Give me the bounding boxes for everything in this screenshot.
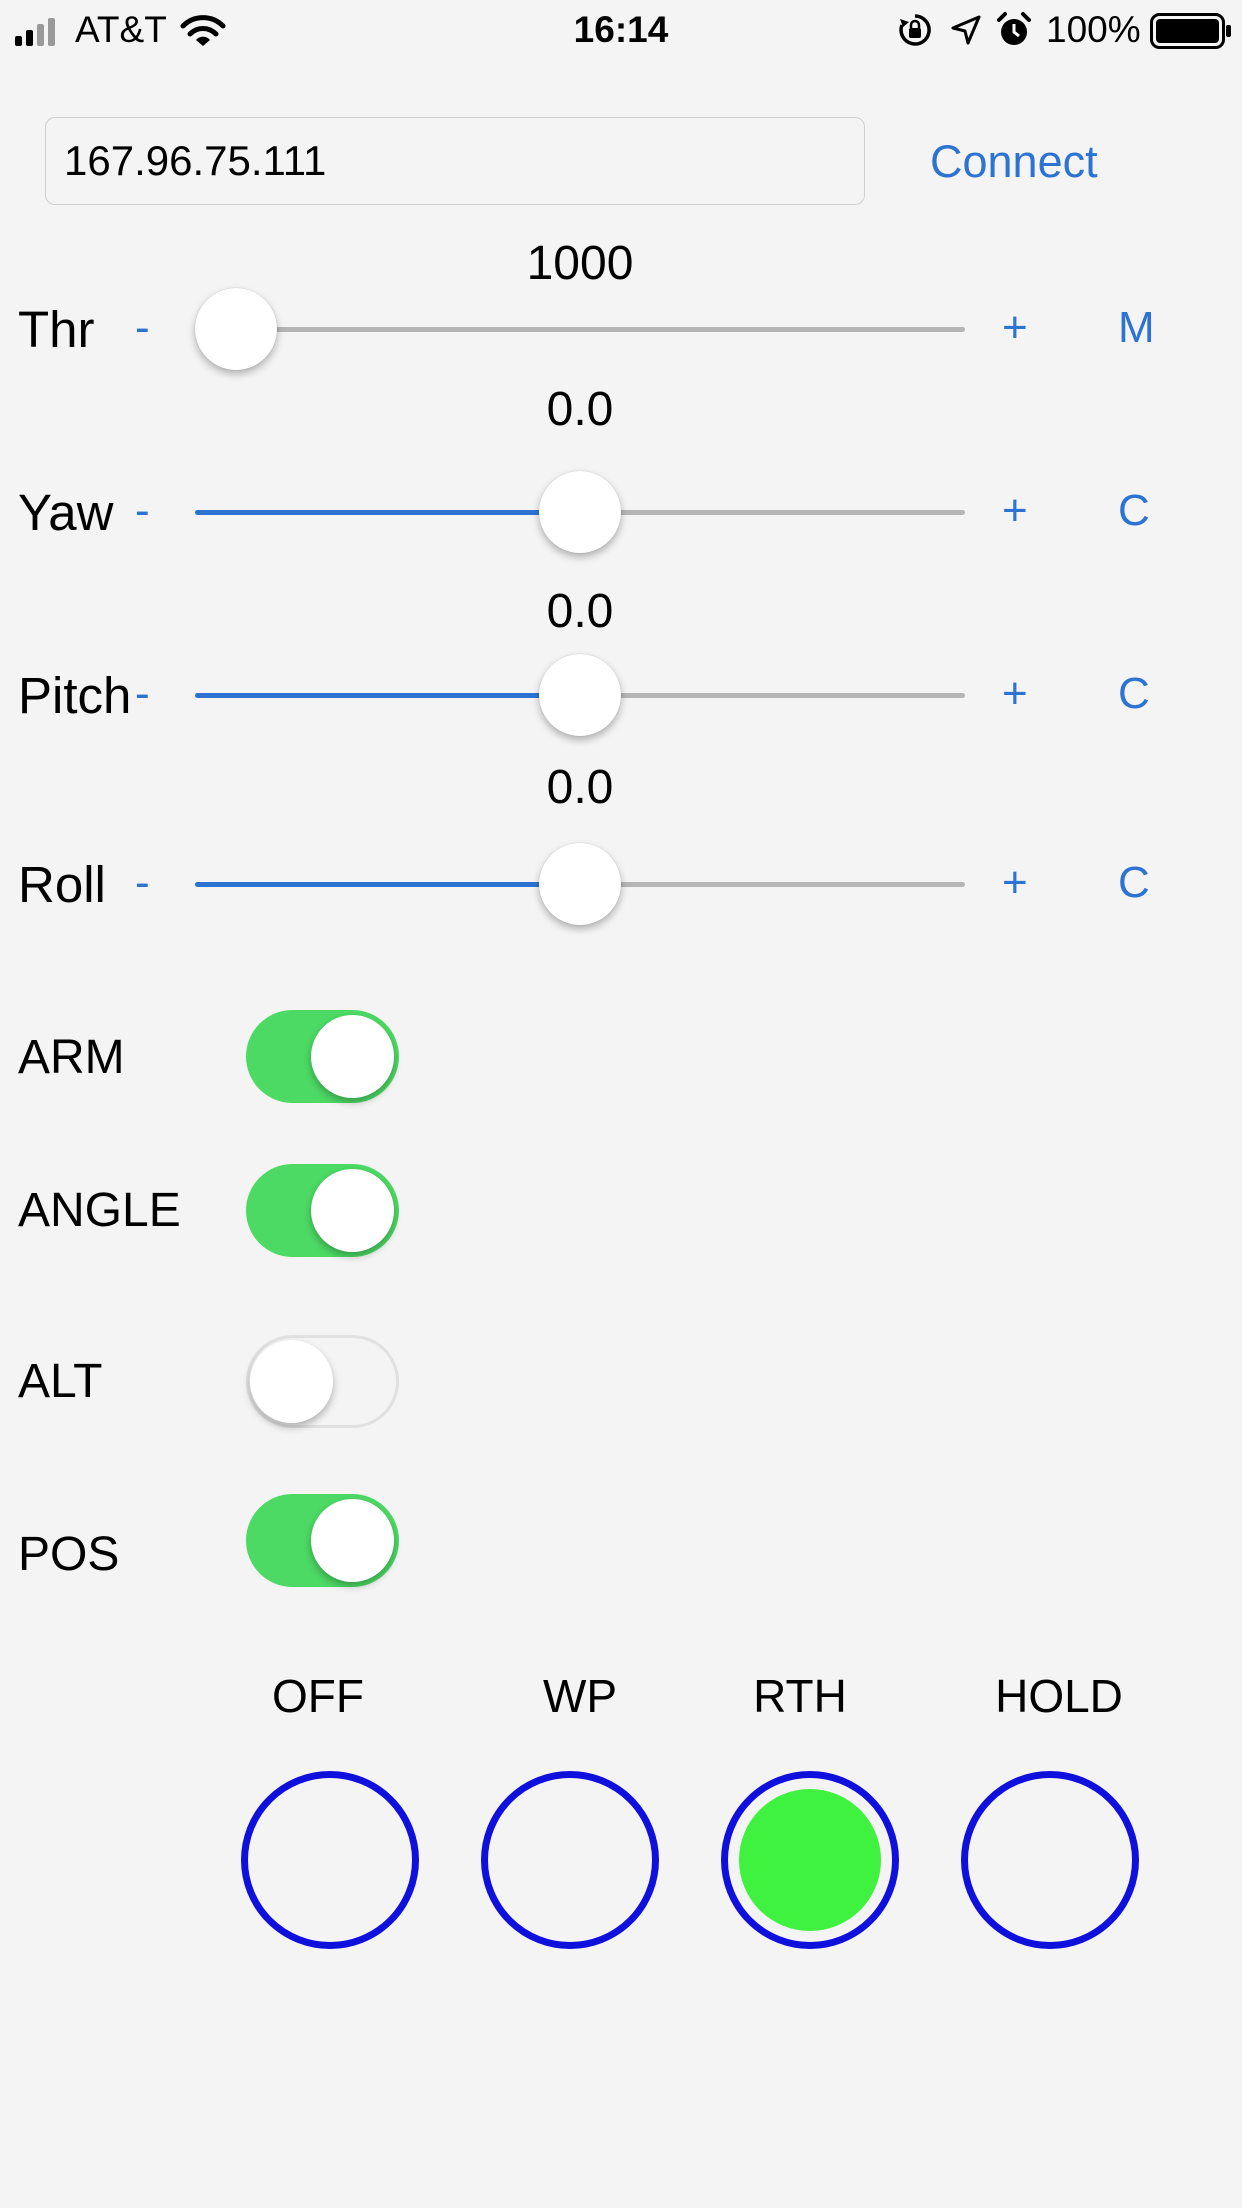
location-icon bbox=[951, 15, 981, 45]
mode-selected-dot bbox=[739, 1789, 881, 1931]
roll-minus-button[interactable]: - bbox=[135, 858, 150, 908]
thr-slider[interactable] bbox=[195, 327, 965, 332]
yaw-plus-button[interactable]: + bbox=[1002, 486, 1028, 536]
thr-plus-button[interactable]: + bbox=[1002, 303, 1028, 353]
pos-label: POS bbox=[18, 1528, 120, 1581]
ip-address-field[interactable] bbox=[45, 117, 865, 205]
thr-slider-thumb[interactable] bbox=[195, 288, 277, 370]
pitch-value: 0.0 bbox=[546, 585, 614, 638]
yaw-slider-thumb[interactable] bbox=[539, 471, 621, 553]
mode-label-off: OFF bbox=[272, 1670, 364, 1722]
alarm-icon bbox=[997, 12, 1031, 45]
arm-switch[interactable] bbox=[246, 1010, 399, 1103]
battery-icon bbox=[1150, 13, 1231, 49]
thr-value: 1000 bbox=[526, 237, 634, 290]
mode-radio-hold[interactable] bbox=[961, 1771, 1139, 1949]
roll-label: Roll bbox=[18, 856, 106, 913]
alt-switch[interactable] bbox=[246, 1335, 399, 1428]
pitch-slider-fill bbox=[195, 693, 580, 698]
mode-label-hold: HOLD bbox=[995, 1670, 1123, 1722]
thr-label: Thr bbox=[18, 301, 95, 358]
angle-switch[interactable] bbox=[246, 1164, 399, 1257]
arm-switch-knob bbox=[311, 1015, 394, 1098]
roll-value: 0.0 bbox=[546, 761, 614, 814]
pitch-center-button[interactable]: C bbox=[1118, 669, 1150, 719]
mode-radio-rth[interactable] bbox=[721, 1771, 899, 1949]
pitch-plus-button[interactable]: + bbox=[1002, 669, 1028, 719]
pitch-minus-button[interactable]: - bbox=[135, 669, 150, 719]
yaw-value: 0.0 bbox=[546, 383, 614, 436]
thr-minus-button[interactable]: - bbox=[135, 303, 150, 353]
orientation-lock-icon bbox=[899, 14, 931, 46]
ip-address-input[interactable] bbox=[64, 118, 844, 203]
angle-label: ANGLE bbox=[18, 1184, 181, 1237]
yaw-center-button[interactable]: C bbox=[1118, 486, 1150, 536]
mode-radio-off[interactable] bbox=[241, 1771, 419, 1949]
arm-label: ARM bbox=[18, 1031, 125, 1084]
roll-center-button[interactable]: C bbox=[1118, 858, 1150, 908]
roll-slider-thumb[interactable] bbox=[539, 843, 621, 925]
angle-switch-knob bbox=[311, 1169, 394, 1252]
yaw-label: Yaw bbox=[18, 484, 114, 541]
pitch-label: Pitch bbox=[18, 667, 132, 724]
yaw-minus-button[interactable]: - bbox=[135, 486, 150, 536]
connect-button[interactable]: Connect bbox=[930, 134, 1098, 190]
alt-switch-knob bbox=[250, 1340, 333, 1423]
status-bar: AT&T 16:14 100% bbox=[0, 0, 1242, 60]
pos-switch[interactable] bbox=[246, 1494, 399, 1587]
alt-label: ALT bbox=[18, 1355, 103, 1408]
pos-switch-knob bbox=[311, 1499, 394, 1582]
roll-slider-fill bbox=[195, 882, 580, 887]
mode-radio-wp[interactable] bbox=[481, 1771, 659, 1949]
pitch-slider-thumb[interactable] bbox=[539, 654, 621, 736]
roll-plus-button[interactable]: + bbox=[1002, 858, 1028, 908]
mode-label-rth: RTH bbox=[753, 1670, 847, 1722]
yaw-slider-fill bbox=[195, 510, 580, 515]
thr-mode-button[interactable]: M bbox=[1118, 303, 1155, 353]
battery-percent: 100% bbox=[1046, 9, 1141, 50]
mode-label-wp: WP bbox=[542, 1670, 618, 1722]
